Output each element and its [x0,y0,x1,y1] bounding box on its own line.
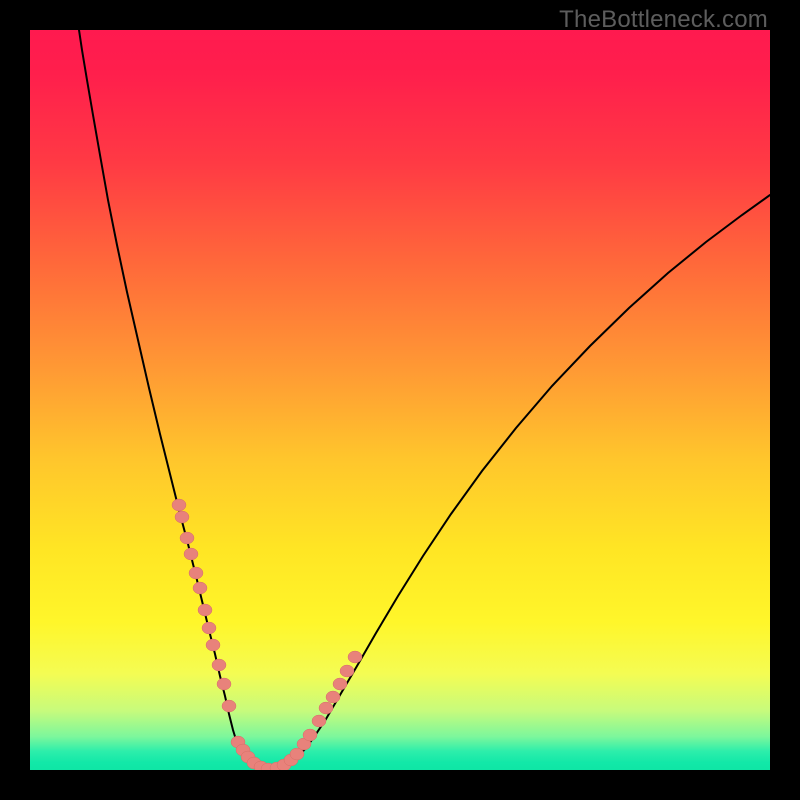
curve-path [79,30,770,769]
data-marker [348,651,362,663]
data-marker [222,700,236,712]
data-marker [217,678,231,690]
data-marker [175,511,189,523]
curve-markers [172,499,362,770]
data-marker [319,702,333,714]
outer-frame: TheBottleneck.com [0,0,800,800]
data-marker [189,567,203,579]
data-marker [326,691,340,703]
data-marker [202,622,216,634]
data-marker [312,715,326,727]
data-marker [184,548,198,560]
data-marker [180,532,194,544]
data-marker [340,665,354,677]
plot-area [30,30,770,770]
data-marker [206,639,220,651]
data-marker [198,604,212,616]
data-marker [193,582,207,594]
data-marker [333,678,347,690]
data-marker [172,499,186,511]
bottleneck-curve [30,30,770,770]
data-marker [212,659,226,671]
data-marker [303,729,317,741]
